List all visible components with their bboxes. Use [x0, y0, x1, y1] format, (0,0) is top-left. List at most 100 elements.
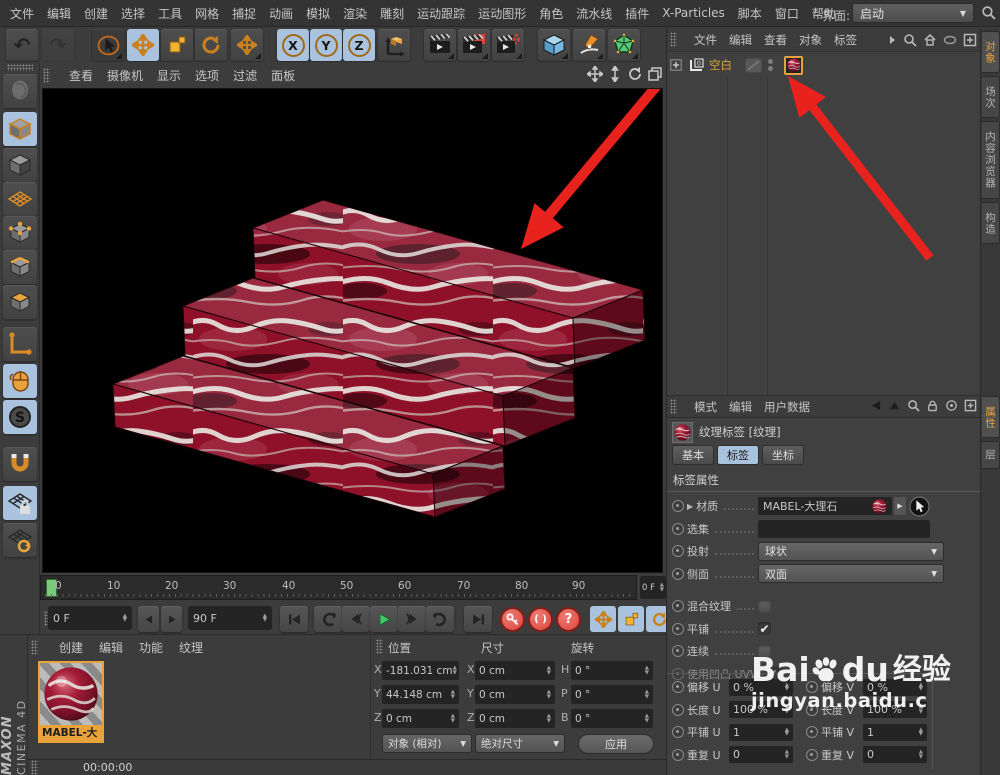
- enable-axis-button[interactable]: [3, 327, 37, 361]
- menu-item-sculpt[interactable]: 雕刻: [380, 5, 404, 22]
- key-radio-icon[interactable]: [672, 600, 684, 612]
- size-mode-dropdown[interactable]: 绝对尺寸▼: [475, 734, 565, 753]
- pan-view-icon[interactable]: [587, 66, 603, 82]
- focus-icon[interactable]: [945, 399, 958, 412]
- rotation-p-field[interactable]: 0 °▲▼: [571, 685, 653, 704]
- object-menu-view[interactable]: 查看: [764, 32, 787, 48]
- texture-mode-button[interactable]: [3, 148, 37, 182]
- panel-drag-handle[interactable]: [7, 64, 33, 71]
- visibility-dots[interactable]: [768, 59, 773, 71]
- texture-tag[interactable]: [784, 56, 803, 75]
- viewport-menu-cameras[interactable]: 摄像机: [107, 67, 143, 84]
- object-menu-tags[interactable]: 标签: [834, 32, 857, 48]
- history-back-icon[interactable]: [869, 399, 882, 412]
- object-menu-objects[interactable]: 对象: [799, 32, 822, 48]
- expand-panel-icon[interactable]: [964, 399, 977, 412]
- material-thumbnail[interactable]: MABEL-大: [40, 663, 102, 741]
- key-radio-icon[interactable]: [806, 749, 818, 761]
- panel-drag-handle[interactable]: [376, 639, 383, 654]
- side-dropdown[interactable]: 双面▼: [758, 564, 944, 583]
- tiles-v-field[interactable]: 1▲▼: [863, 724, 927, 741]
- key-radio-icon[interactable]: [806, 681, 818, 693]
- render-visibility-icon[interactable]: [745, 58, 762, 73]
- attribute-menu-userdata[interactable]: 用户数据: [764, 399, 810, 415]
- home-icon[interactable]: [923, 33, 937, 47]
- snap-settings-button[interactable]: S: [3, 400, 37, 434]
- key-radio-icon[interactable]: [672, 500, 684, 512]
- current-frame-field[interactable]: 0 F▲▼: [640, 576, 666, 599]
- expand-panel-icon[interactable]: [963, 33, 977, 47]
- material-menu-function[interactable]: 功能: [139, 639, 163, 656]
- length-v-field[interactable]: 100 %▲▼: [863, 701, 927, 718]
- menu-item-plugins[interactable]: 插件: [625, 5, 649, 22]
- object-name[interactable]: 空白: [709, 57, 732, 73]
- timeline-ruler[interactable]: 0 10 20 30 40 50 60 70 80 90: [40, 575, 637, 600]
- render-settings-button[interactable]: [492, 29, 524, 61]
- viewport-menu-view[interactable]: 查看: [69, 67, 93, 84]
- key-radio-icon[interactable]: [806, 704, 818, 716]
- stepper-icon[interactable]: ▲▼: [263, 614, 267, 623]
- key-radio-icon[interactable]: [672, 726, 684, 738]
- add-spline-button[interactable]: [573, 29, 605, 61]
- viewport-menu-filter[interactable]: 过滤: [233, 67, 257, 84]
- position-y-field[interactable]: 44.148 cm▲▼: [382, 685, 459, 704]
- coordinate-system-button[interactable]: [378, 29, 410, 61]
- key-radio-icon[interactable]: [672, 681, 684, 693]
- key-scale-toggle[interactable]: [618, 606, 644, 632]
- viewport-menu-options[interactable]: 选项: [195, 67, 219, 84]
- menu-item-simulate[interactable]: 模拟: [306, 5, 330, 22]
- points-mode-button[interactable]: [3, 216, 37, 250]
- live-selection-button[interactable]: [92, 29, 124, 61]
- size-z-field[interactable]: 0 cm▲▼: [475, 709, 555, 728]
- material-menu-create[interactable]: 创建: [59, 639, 83, 656]
- rotation-b-field[interactable]: 0 °▲▼: [571, 709, 653, 728]
- rotation-h-field[interactable]: 0 °▲▼: [571, 661, 653, 680]
- panel-drag-handle[interactable]: [31, 640, 38, 655]
- key-radio-icon[interactable]: [672, 568, 684, 580]
- seamless-checkbox[interactable]: [758, 645, 771, 658]
- key-radio-icon[interactable]: [672, 545, 684, 557]
- object-manager[interactable]: 0 空白: [667, 52, 980, 395]
- search-icon[interactable]: [907, 399, 920, 412]
- object-menu-edit[interactable]: 编辑: [729, 32, 752, 48]
- expand-arrow-icon[interactable]: ▶: [687, 502, 693, 511]
- menu-item-snap[interactable]: 捕捉: [232, 5, 256, 22]
- menu-item-select[interactable]: 选择: [121, 5, 145, 22]
- tab-basic[interactable]: 基本: [672, 445, 714, 465]
- record-keyframe-button[interactable]: [500, 607, 525, 632]
- coordinate-mode-dropdown[interactable]: 对象 (相对)▼: [382, 734, 472, 753]
- menu-item-file[interactable]: 文件: [10, 5, 34, 22]
- search-icon[interactable]: [981, 5, 996, 23]
- stepper-icon[interactable]: ▲▼: [660, 583, 664, 592]
- zoom-view-icon[interactable]: [607, 66, 623, 82]
- tab-tag[interactable]: 标签: [717, 445, 759, 465]
- offset-u-field[interactable]: 0 %▲▼: [729, 679, 793, 696]
- play-forward-loop-button[interactable]: [426, 606, 454, 632]
- material-menu-texture[interactable]: 纹理: [179, 639, 203, 656]
- magnet-snap-button[interactable]: [3, 447, 37, 481]
- menu-item-pipeline[interactable]: 流水线: [576, 5, 612, 22]
- autokey-button[interactable]: ( ): [528, 607, 553, 632]
- add-cube-object-button[interactable]: [538, 29, 570, 61]
- menu-item-tools[interactable]: 工具: [158, 5, 182, 22]
- mix-textures-checkbox[interactable]: [758, 600, 771, 613]
- menu-item-motion-tracker[interactable]: 运动跟踪: [417, 5, 465, 22]
- keyframe-selection-button[interactable]: ?: [556, 607, 581, 632]
- goto-start-button[interactable]: [280, 606, 308, 632]
- polygons-mode-button[interactable]: [3, 285, 37, 319]
- menu-item-render[interactable]: 渲染: [343, 5, 367, 22]
- render-picture-viewer-button[interactable]: [458, 29, 490, 61]
- range-end-field[interactable]: 90 F▲▼: [188, 606, 272, 630]
- redo-button[interactable]: ↷: [42, 29, 74, 61]
- size-x-field[interactable]: 0 cm▲▼: [475, 661, 555, 680]
- last-tool-button[interactable]: [231, 29, 263, 61]
- menu-item-character[interactable]: 角色: [539, 5, 563, 22]
- lock-icon[interactable]: [926, 399, 939, 412]
- menu-item-create[interactable]: 创建: [84, 5, 108, 22]
- viewport-solo-button[interactable]: [3, 364, 37, 398]
- projection-dropdown[interactable]: 球状▼: [758, 542, 944, 561]
- tab-objects[interactable]: 对象: [982, 31, 1000, 73]
- menu-item-xparticles[interactable]: X-Particles: [662, 6, 725, 20]
- menu-item-animate[interactable]: 动画: [269, 5, 293, 22]
- model-mode-button[interactable]: [3, 112, 37, 146]
